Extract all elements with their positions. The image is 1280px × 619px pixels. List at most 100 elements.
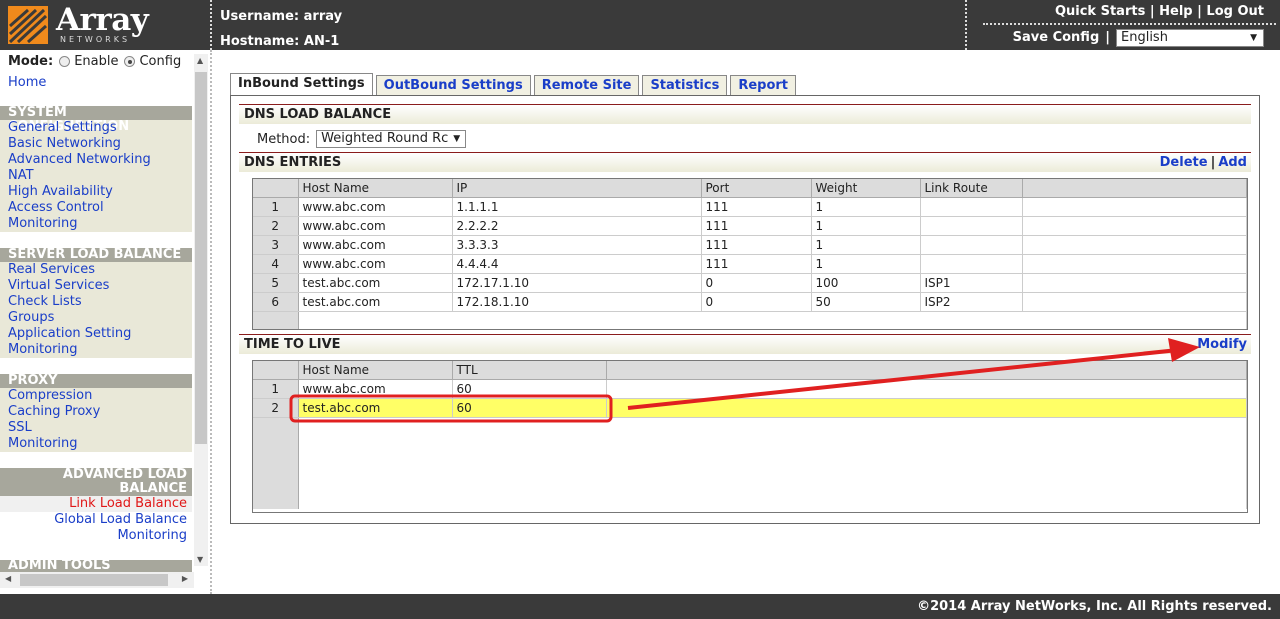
nav-section-title[interactable]: PROXY xyxy=(0,374,192,388)
nav-item-basic-networking[interactable]: Basic Networking xyxy=(0,136,192,152)
table-cell[interactable]: 3.3.3.3 xyxy=(452,235,702,255)
language-select[interactable]: English ▼ xyxy=(1116,29,1264,47)
nav-item-monitoring[interactable]: Monitoring xyxy=(0,528,192,544)
nav-item-monitoring[interactable]: Monitoring xyxy=(0,216,192,232)
table-cell[interactable] xyxy=(920,216,1023,236)
scrollbar-thumb[interactable] xyxy=(20,574,168,586)
table-cell[interactable]: 100 xyxy=(811,273,921,293)
table-cell[interactable]: 1 xyxy=(811,235,921,255)
table-cell[interactable]: 1 xyxy=(811,254,921,274)
table-row[interactable]: 2 www.abc.com 2.2.2.2 111 1 xyxy=(253,216,1247,236)
nav-item-global-load-balance[interactable]: Global Load Balance xyxy=(0,512,192,528)
scroll-right-icon[interactable]: ▶ xyxy=(182,574,188,583)
table-cell[interactable]: 0 xyxy=(701,273,812,293)
nav-section-title[interactable]: SYSTEM CONFIGURATION xyxy=(0,106,192,134)
nav-item-nat[interactable]: NAT xyxy=(0,168,192,184)
table-cell[interactable]: 172.17.1.10 xyxy=(452,273,702,293)
column-header[interactable]: Host Name xyxy=(298,179,453,198)
scroll-up-icon[interactable]: ▲ xyxy=(197,56,203,65)
table-cell[interactable]: 4.4.4.4 xyxy=(452,254,702,274)
column-header[interactable]: Weight xyxy=(811,179,921,198)
nav-section-title[interactable]: ADMIN TOOLS xyxy=(0,560,192,572)
nav-item-caching-proxy[interactable]: Caching Proxy xyxy=(0,404,192,420)
table-cell[interactable]: test.abc.com xyxy=(298,398,453,418)
column-header[interactable]: Port xyxy=(701,179,812,198)
table-cell[interactable]: 2.2.2.2 xyxy=(452,216,702,236)
scrollbar-thumb[interactable] xyxy=(195,72,207,444)
nav-item-general-settings[interactable]: General Settings xyxy=(0,120,192,136)
nav-item-monitoring[interactable]: Monitoring xyxy=(0,342,192,358)
table-row[interactable]: 1 www.abc.com 1.1.1.1 111 1 xyxy=(253,197,1247,217)
mode-config-radio[interactable]: Config xyxy=(124,54,181,69)
table-cell[interactable]: www.abc.com xyxy=(298,235,453,255)
table-cell[interactable]: 1.1.1.1 xyxy=(452,197,702,217)
nav-item-compression[interactable]: Compression xyxy=(0,388,192,404)
table-cell[interactable]: 1 xyxy=(811,216,921,236)
nav-item-access-control[interactable]: Access Control xyxy=(0,200,192,216)
table-cell[interactable]: test.abc.com xyxy=(298,273,453,293)
tab-outbound-settings[interactable]: OutBound Settings xyxy=(375,75,531,95)
table-row[interactable]: 5 test.abc.com 172.17.1.10 0 100 ISP1 xyxy=(253,273,1247,293)
table-cell[interactable]: 50 xyxy=(811,292,921,312)
sidebar-divider xyxy=(210,50,212,594)
table-cell[interactable]: www.abc.com xyxy=(298,197,453,217)
nav-section-title[interactable]: ADVANCED LOAD BALANCE xyxy=(0,468,192,496)
tab-report[interactable]: Report xyxy=(730,75,797,95)
nav-item-real-services[interactable]: Real Services xyxy=(0,262,192,278)
table-cell[interactable]: 111 xyxy=(701,235,812,255)
scroll-left-icon[interactable]: ◀ xyxy=(5,574,11,583)
column-header[interactable]: Link Route xyxy=(920,179,1023,198)
method-select[interactable]: Weighted Round Rc ▼ xyxy=(316,130,467,148)
logout-link[interactable]: Log Out xyxy=(1206,4,1264,19)
scroll-down-icon[interactable]: ▼ xyxy=(197,555,203,564)
mode-enable-radio[interactable]: Enable xyxy=(59,54,118,69)
table-cell[interactable]: 0 xyxy=(701,292,812,312)
table-cell[interactable]: www.abc.com xyxy=(298,216,453,236)
tab-remote-site[interactable]: Remote Site xyxy=(533,75,640,95)
table-cell[interactable]: 172.18.1.10 xyxy=(452,292,702,312)
table-cell[interactable] xyxy=(920,235,1023,255)
table-cell[interactable]: www.abc.com xyxy=(298,254,453,274)
table-cell[interactable]: ISP2 xyxy=(920,292,1023,312)
save-config-link[interactable]: Save Config xyxy=(1013,27,1100,49)
sidebar-vertical-scrollbar[interactable]: ▲ ▼ xyxy=(194,54,208,566)
table-row[interactable]: 4 www.abc.com 4.4.4.4 111 1 xyxy=(253,254,1247,274)
table-cell[interactable]: ISP1 xyxy=(920,273,1023,293)
nav-item-ssl[interactable]: SSL xyxy=(0,420,192,436)
table-cell[interactable] xyxy=(920,254,1023,274)
table-cell[interactable]: 111 xyxy=(701,197,812,217)
nav-item-link-load-balance[interactable]: Link Load Balance xyxy=(0,496,192,512)
nav-item-application-setting[interactable]: Application Setting xyxy=(0,326,192,342)
table-cell[interactable]: www.abc.com xyxy=(298,379,453,399)
nav-item-groups[interactable]: Groups xyxy=(0,310,192,326)
table-row[interactable]: 1 www.abc.com 60 xyxy=(253,379,1247,399)
column-header[interactable]: Host Name xyxy=(298,361,453,380)
add-link[interactable]: Add xyxy=(1218,155,1247,170)
delete-link[interactable]: Delete xyxy=(1160,155,1208,170)
home-link[interactable]: Home xyxy=(8,75,46,90)
table-row[interactable]: 6 test.abc.com 172.18.1.10 0 50 ISP2 xyxy=(253,292,1247,312)
nav-section-title[interactable]: SERVER LOAD BALANCE xyxy=(0,248,192,262)
quick-starts-link[interactable]: Quick Starts xyxy=(1055,4,1145,19)
sidebar-horizontal-scrollbar[interactable]: ◀ ▶ xyxy=(0,572,194,588)
table-cell[interactable] xyxy=(920,197,1023,217)
nav-item-advanced-networking[interactable]: Advanced Networking xyxy=(0,152,192,168)
tab-inbound-settings[interactable]: InBound Settings xyxy=(230,73,373,95)
table-cell[interactable]: 111 xyxy=(701,216,812,236)
table-cell[interactable]: test.abc.com xyxy=(298,292,453,312)
table-cell[interactable]: 1 xyxy=(811,197,921,217)
nav-item-high-availability[interactable]: High Availability xyxy=(0,184,192,200)
table-cell[interactable]: 60 xyxy=(452,398,607,418)
nav-item-check-lists[interactable]: Check Lists xyxy=(0,294,192,310)
column-header[interactable]: IP xyxy=(452,179,702,198)
table-cell[interactable]: 60 xyxy=(452,379,607,399)
table-row[interactable]: 3 www.abc.com 3.3.3.3 111 1 xyxy=(253,235,1247,255)
nav-item-virtual-services[interactable]: Virtual Services xyxy=(0,278,192,294)
modify-link[interactable]: Modify xyxy=(1197,337,1247,352)
tab-statistics[interactable]: Statistics xyxy=(642,75,728,95)
column-header[interactable]: TTL xyxy=(452,361,607,380)
nav-item-monitoring[interactable]: Monitoring xyxy=(0,436,192,452)
help-link[interactable]: Help xyxy=(1159,4,1192,19)
table-row-selected[interactable]: 2 test.abc.com 60 xyxy=(253,398,1247,418)
table-cell[interactable]: 111 xyxy=(701,254,812,274)
